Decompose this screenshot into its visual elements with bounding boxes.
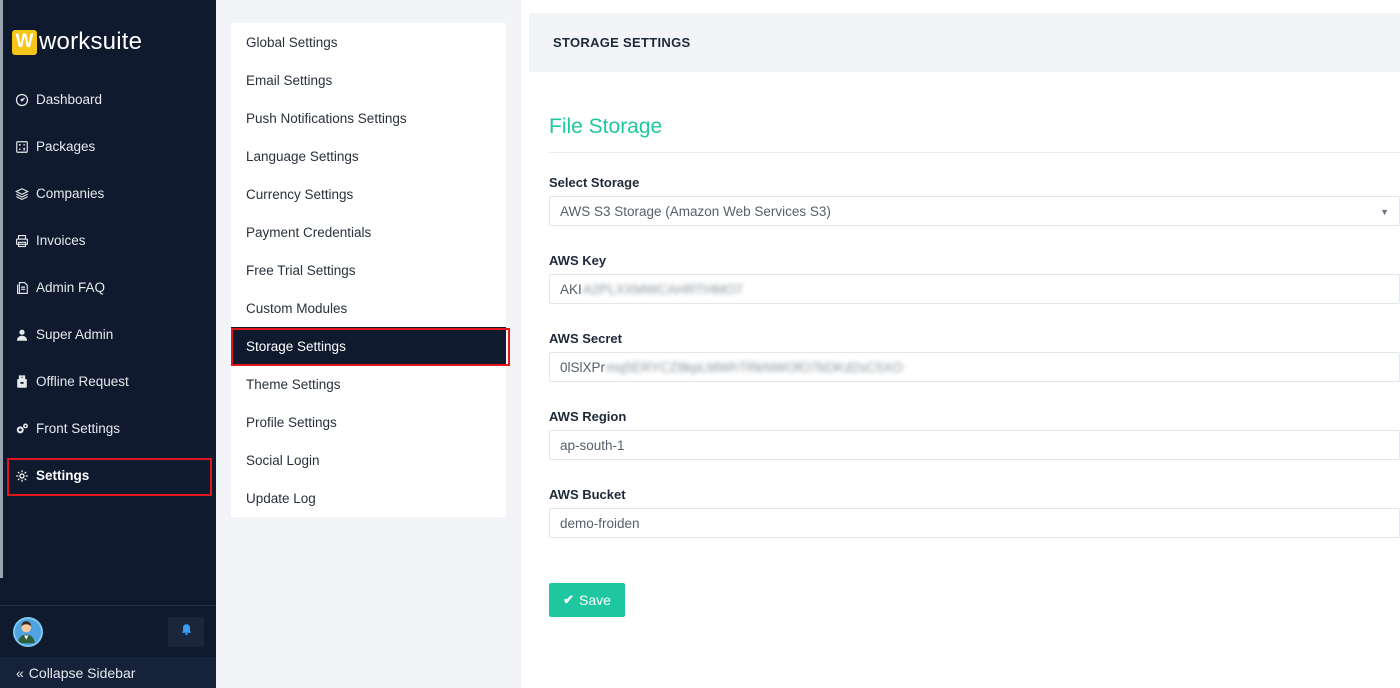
sidebar-footer xyxy=(0,605,216,657)
sidebar-item-invoices[interactable]: Invoices xyxy=(0,217,216,264)
aws-key-label: AWS Key xyxy=(549,253,607,268)
sidebar-item-label: Offline Request xyxy=(36,374,129,389)
sidebar-item-label: Super Admin xyxy=(36,327,114,342)
sidebar-item-label: Packages xyxy=(36,139,96,154)
menu-item-theme-settings[interactable]: Theme Settings xyxy=(231,365,506,403)
collapse-sidebar-label: Collapse Sidebar xyxy=(28,664,136,681)
section-title: File Storage xyxy=(549,115,663,138)
save-button[interactable]: ✔ Save xyxy=(549,583,625,617)
menu-item-push-notifications-settings[interactable]: Push Notifications Settings xyxy=(231,99,506,137)
sidebar: W worksuite Dashboard Packages Companies xyxy=(0,0,216,688)
sidebar-item-label: Companies xyxy=(36,186,105,201)
aws-key-input[interactable]: AKI A2PLXXMWCAHRTHMO7 xyxy=(549,274,1400,304)
aws-secret-input[interactable]: 0lSlXPr mq5ERYCZ8kpLMWhTRkNWOfO7bDKd2sC5X… xyxy=(549,352,1400,382)
menu-item-payment-credentials[interactable]: Payment Credentials xyxy=(231,213,506,251)
dashboard-gauge-icon xyxy=(14,92,29,107)
layers-icon xyxy=(14,186,29,201)
aws-key-value: AKI xyxy=(560,281,582,297)
select-storage-label: Select Storage xyxy=(549,175,640,190)
briefcase-icon xyxy=(14,374,29,389)
avatar[interactable] xyxy=(13,617,43,647)
menu-item-currency-settings[interactable]: Currency Settings xyxy=(231,175,506,213)
menu-item-update-log[interactable]: Update Log xyxy=(231,479,506,517)
collapse-sidebar-button[interactable]: « Collapse Sidebar xyxy=(0,657,216,688)
document-icon xyxy=(14,280,29,295)
sidebar-item-label: Front Settings xyxy=(36,421,121,436)
menu-item-email-settings[interactable]: Email Settings xyxy=(231,61,506,99)
menu-item-global-settings[interactable]: Global Settings xyxy=(231,23,506,61)
aws-secret-masked: mq5ERYCZ8kpLMWhTRkNWOfO7bDKd2sC5XO xyxy=(606,359,903,375)
aws-bucket-label: AWS Bucket xyxy=(549,487,626,502)
aws-region-value: ap-south-1 xyxy=(560,437,625,453)
chevron-double-left-icon: « xyxy=(16,664,24,681)
aws-key-masked: A2PLXXMWCAHRTHMO7 xyxy=(582,281,744,297)
aws-region-input[interactable]: ap-south-1 xyxy=(549,430,1400,460)
brand-name: worksuite xyxy=(39,28,143,55)
sidebar-item-label: Dashboard xyxy=(36,92,103,107)
sidebar-item-label: Invoices xyxy=(36,233,86,248)
menu-item-language-settings[interactable]: Language Settings xyxy=(231,137,506,175)
sidebar-item-offline-request[interactable]: Offline Request xyxy=(0,358,216,405)
sidebar-item-label: Admin FAQ xyxy=(36,280,106,295)
check-icon: ✔ xyxy=(563,592,574,607)
aws-secret-label: AWS Secret xyxy=(549,331,622,346)
sidebar-item-companies[interactable]: Companies xyxy=(0,170,216,217)
user-icon xyxy=(14,327,29,342)
caret-down-icon: ▼ xyxy=(1380,207,1389,217)
sidebar-item-front-settings[interactable]: Front Settings xyxy=(0,405,216,452)
select-storage-dropdown[interactable]: AWS S3 Storage (Amazon Web Services S3) … xyxy=(549,196,1400,226)
section-divider xyxy=(549,152,1400,153)
menu-item-free-trial-settings[interactable]: Free Trial Settings xyxy=(231,251,506,289)
brand-logo[interactable]: W worksuite xyxy=(12,28,142,56)
packages-icon xyxy=(14,139,29,154)
notifications-button[interactable] xyxy=(168,617,204,647)
settings-menu: Global Settings Email Settings Push Noti… xyxy=(231,23,506,517)
aws-bucket-input[interactable]: demo-froiden xyxy=(549,508,1400,538)
sidebar-nav: Dashboard Packages Companies Invoices Ad… xyxy=(0,76,216,499)
sidebar-item-dashboard[interactable]: Dashboard xyxy=(0,76,216,123)
aws-region-label: AWS Region xyxy=(549,409,627,424)
menu-item-profile-settings[interactable]: Profile Settings xyxy=(231,403,506,441)
sidebar-item-super-admin[interactable]: Super Admin xyxy=(0,311,216,358)
sidebar-active-highlight xyxy=(7,458,212,496)
bell-icon xyxy=(180,623,193,641)
select-storage-value: AWS S3 Storage (Amazon Web Services S3) xyxy=(560,203,831,219)
page-title: STORAGE SETTINGS xyxy=(529,13,1400,72)
cogs-icon xyxy=(14,421,29,436)
main-panel: STORAGE SETTINGS File Storage Select Sto… xyxy=(521,3,1400,688)
sidebar-item-admin-faq[interactable]: Admin FAQ xyxy=(0,264,216,311)
sidebar-item-packages[interactable]: Packages xyxy=(0,123,216,170)
aws-bucket-value: demo-froiden xyxy=(560,515,640,531)
menu-item-social-login[interactable]: Social Login xyxy=(231,441,506,479)
printer-icon xyxy=(14,233,29,248)
worksuite-logo-icon: W xyxy=(12,29,37,55)
aws-secret-value: 0lSlXPr xyxy=(560,359,606,375)
menu-active-highlight xyxy=(231,328,510,366)
menu-item-custom-modules[interactable]: Custom Modules xyxy=(231,289,506,327)
save-button-label: Save xyxy=(578,592,611,608)
